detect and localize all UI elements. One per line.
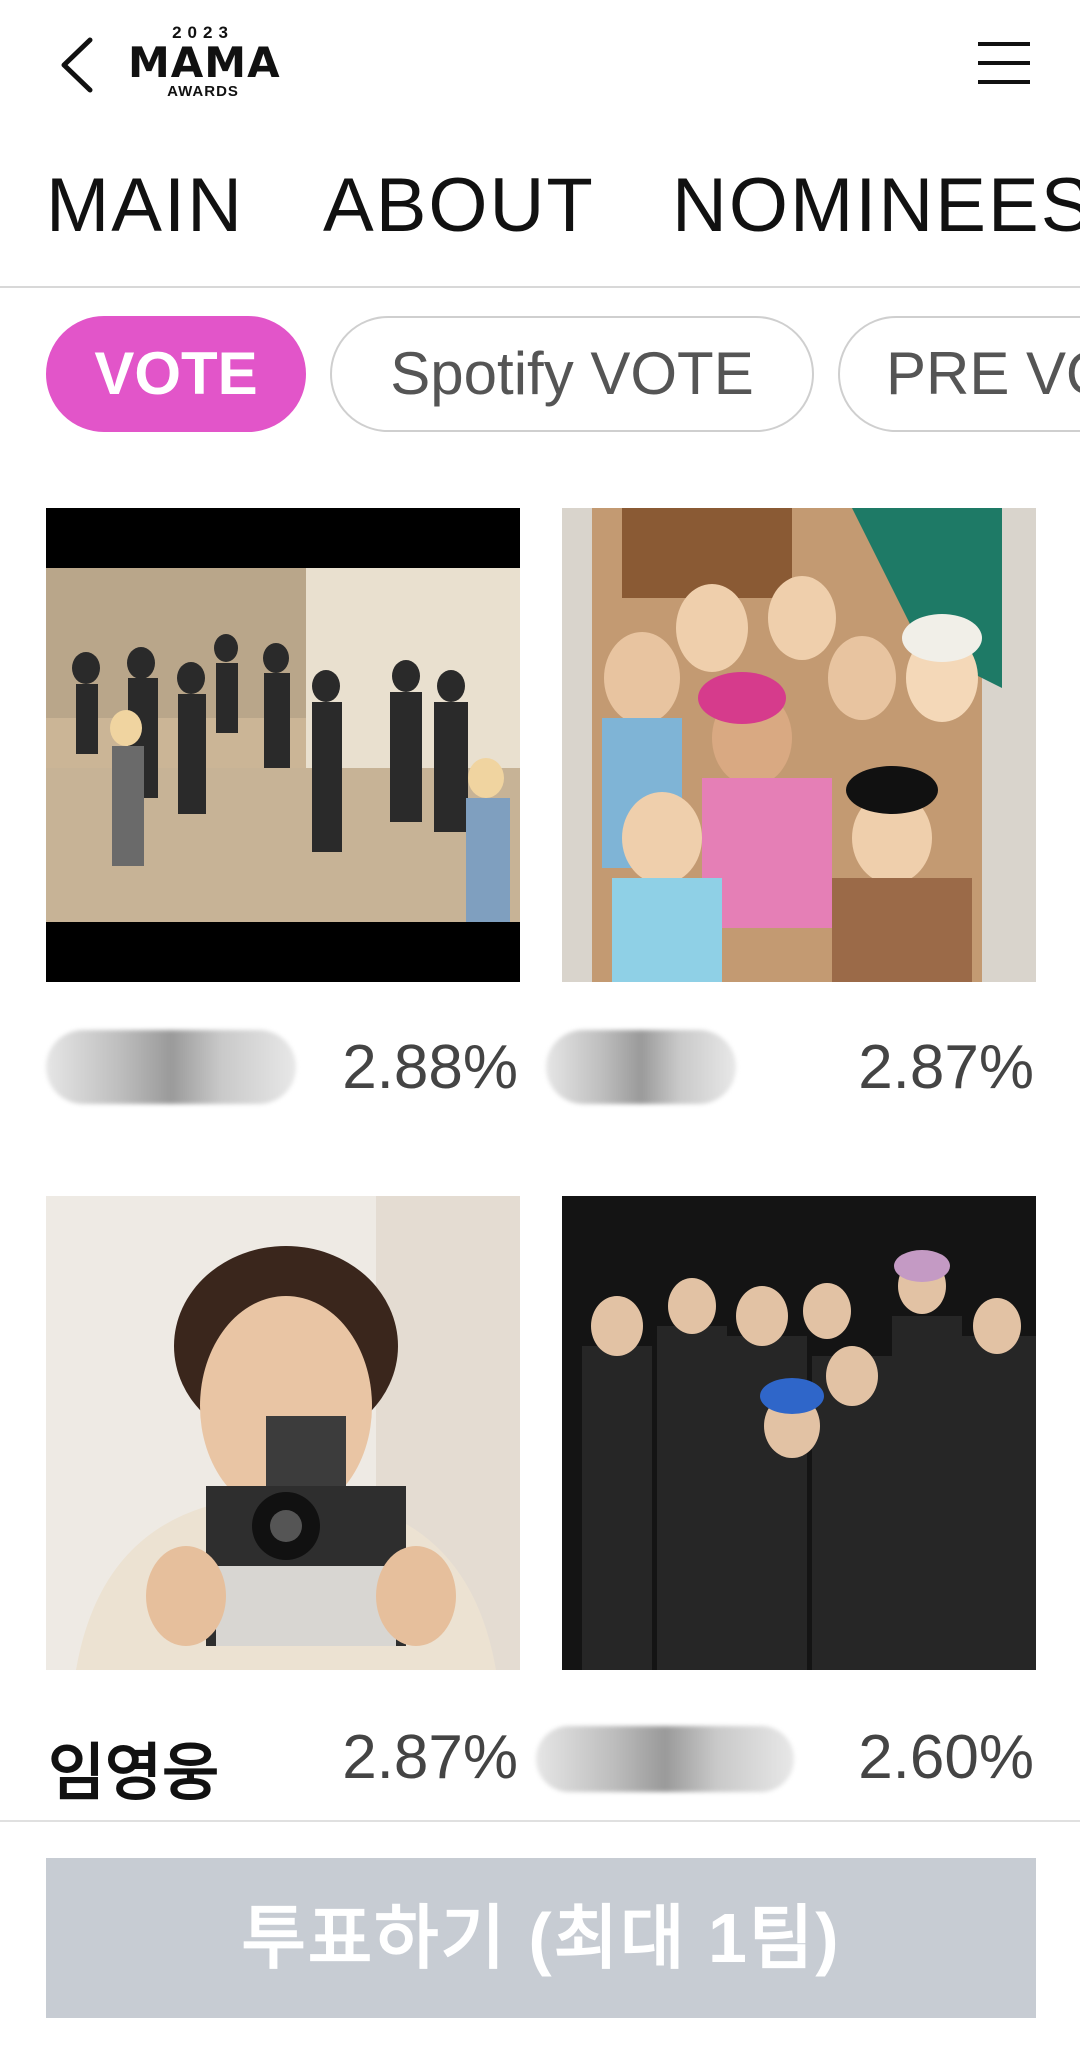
- vote-percentage: 2.87%: [858, 1033, 1034, 1102]
- logo-name: MAMA: [128, 38, 281, 87]
- redacted-name: [46, 1030, 296, 1104]
- filter-spotify-vote[interactable]: Spotify VOTE: [330, 316, 814, 432]
- nominee-photo[interactable]: [562, 508, 1036, 982]
- chevron-left-icon: [61, 37, 93, 93]
- tab-nominees[interactable]: NOMINEES: [672, 162, 1080, 249]
- nominee-photo-image: [562, 1196, 1036, 1670]
- app-header: 2023 MAMA AWARDS: [0, 0, 1080, 130]
- tab-about[interactable]: ABOUT: [323, 162, 595, 249]
- mama-awards-logo[interactable]: 2023 MAMA AWARDS: [128, 24, 281, 104]
- vote-percentage: 2.88%: [342, 1033, 518, 1102]
- nominee-name: 임영웅: [48, 1739, 220, 1808]
- menu-button[interactable]: [976, 38, 1032, 88]
- vote-percentage: 2.60%: [858, 1723, 1034, 1792]
- nominee-photo-image: [562, 508, 1036, 982]
- vote-submit-button[interactable]: 투표하기 (최대 1팀): [46, 1858, 1036, 2018]
- vote-action-bar: 투표하기 (최대 1팀): [0, 1820, 1080, 2053]
- vote-filter-bar: VOTE Spotify VOTE PRE VO: [0, 316, 1080, 436]
- redacted-name: [546, 1030, 736, 1104]
- nominee-photo-image: [46, 508, 520, 982]
- nominee-photo[interactable]: [562, 1196, 1036, 1670]
- main-tabs: MAIN ABOUT NOMINEES: [0, 140, 1080, 282]
- vote-percentage: 2.87%: [342, 1723, 518, 1792]
- redacted-name: [536, 1726, 794, 1792]
- filter-vote[interactable]: VOTE: [46, 316, 306, 432]
- nominee-photo-image: [46, 1196, 520, 1670]
- nominee-photo[interactable]: [46, 508, 520, 982]
- tab-main[interactable]: MAIN: [46, 162, 244, 249]
- hamburger-menu-icon: [978, 42, 1030, 84]
- tabs-divider: [0, 286, 1080, 288]
- filter-pre-vote[interactable]: PRE VO: [838, 316, 1080, 432]
- back-button[interactable]: [52, 30, 112, 100]
- nominee-photo[interactable]: [46, 1196, 520, 1670]
